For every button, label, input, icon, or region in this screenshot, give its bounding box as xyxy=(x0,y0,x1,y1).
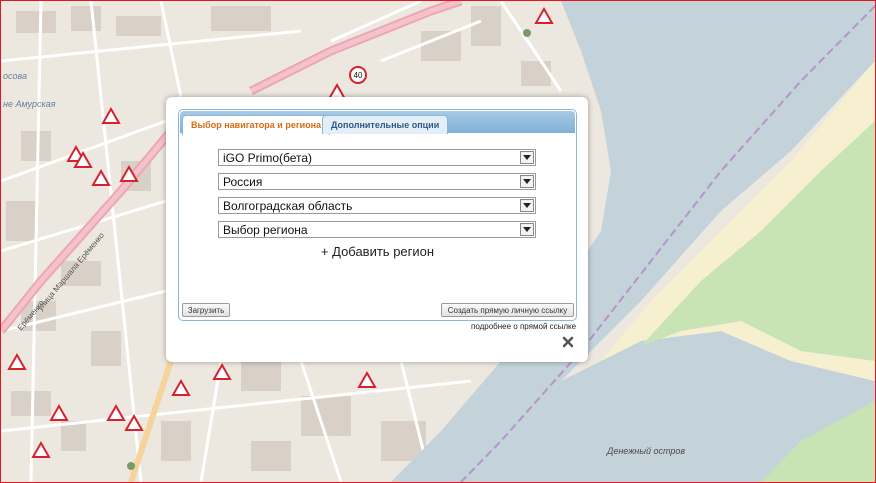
load-button[interactable]: Загрузить xyxy=(182,303,230,317)
tab-navigator-region[interactable]: Выбор навигатора и региона xyxy=(182,115,331,135)
map-label-moscow: осова xyxy=(3,71,28,81)
link-more-info[interactable]: подробнее о прямой ссылке xyxy=(471,322,576,331)
dialog-panel: Выбор навигатора и региона Дополнительны… xyxy=(178,109,577,321)
region-select[interactable]: Выбор региона xyxy=(218,221,536,238)
chevron-down-icon[interactable] xyxy=(520,175,534,188)
navigator-select[interactable]: iGO Primo(бета) xyxy=(218,149,536,166)
tab-extra-options[interactable]: Дополнительные опции xyxy=(322,115,449,134)
map-label-amur: не Амурская xyxy=(3,99,56,109)
oblast-select[interactable]: Волгоградская область xyxy=(218,197,536,214)
oblast-select-value: Волгоградская область xyxy=(223,199,353,213)
close-icon[interactable] xyxy=(562,336,574,348)
map-label-island: Денежный остров xyxy=(607,446,686,456)
tab-bar: Выбор навигатора и региона Дополнительны… xyxy=(180,111,575,135)
chevron-down-icon[interactable] xyxy=(520,223,534,236)
country-select-value: Россия xyxy=(223,175,263,189)
navigator-select-value: iGO Primo(бета) xyxy=(223,151,313,165)
region-dialog: Выбор навигатора и региона Дополнительны… xyxy=(166,97,588,362)
browser-viewport: 40 Ерёменко улица Маршала Ерёменко осова… xyxy=(0,0,876,483)
add-region-link[interactable]: + Добавить регион xyxy=(179,244,576,259)
country-select[interactable]: Россия xyxy=(218,173,536,190)
create-link-button[interactable]: Создать прямую личную ссылку xyxy=(441,303,574,317)
region-select-value: Выбор региона xyxy=(223,223,308,237)
pedestrian-icon[interactable] xyxy=(127,462,135,470)
chevron-down-icon[interactable] xyxy=(520,199,534,212)
pedestrian-icon[interactable] xyxy=(523,29,531,37)
chevron-down-icon[interactable] xyxy=(520,151,534,164)
speed-limit-value: 40 xyxy=(354,71,363,80)
